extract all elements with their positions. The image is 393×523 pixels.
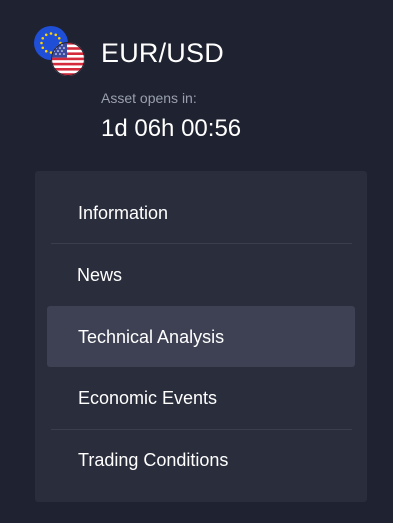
asset-title: EUR/USD xyxy=(101,38,224,68)
us-flag-icon xyxy=(51,42,85,76)
menu-item-information[interactable]: Information xyxy=(51,183,352,243)
menu-item-news[interactable]: News xyxy=(51,245,352,305)
asset-details-page: EUR/USD Asset opens in: 1d 06h 00:56 Inf… xyxy=(0,0,393,523)
menu-item-label: News xyxy=(77,265,123,285)
menu-item-technical-analysis[interactable]: Technical Analysis xyxy=(47,306,355,367)
menu-divider xyxy=(51,243,352,244)
menu-item-label: Technical Analysis xyxy=(78,326,225,347)
currency-pair-flags xyxy=(34,26,86,78)
menu-item-label: Economic Events xyxy=(78,388,218,408)
menu-item-trading-conditions[interactable]: Trading Conditions xyxy=(51,430,352,490)
menu-item-economic-events[interactable]: Economic Events xyxy=(51,368,352,428)
asset-opens-label: Asset opens in: xyxy=(101,90,197,106)
menu-item-label: Information xyxy=(78,203,169,223)
asset-info-menu: Information News Technical Analysis Econ… xyxy=(35,171,367,502)
asset-open-countdown: 1d 06h 00:56 xyxy=(101,115,242,142)
menu-item-label: Trading Conditions xyxy=(78,450,229,470)
asset-header: EUR/USD Asset opens in: 1d 06h 00:56 xyxy=(0,0,393,160)
